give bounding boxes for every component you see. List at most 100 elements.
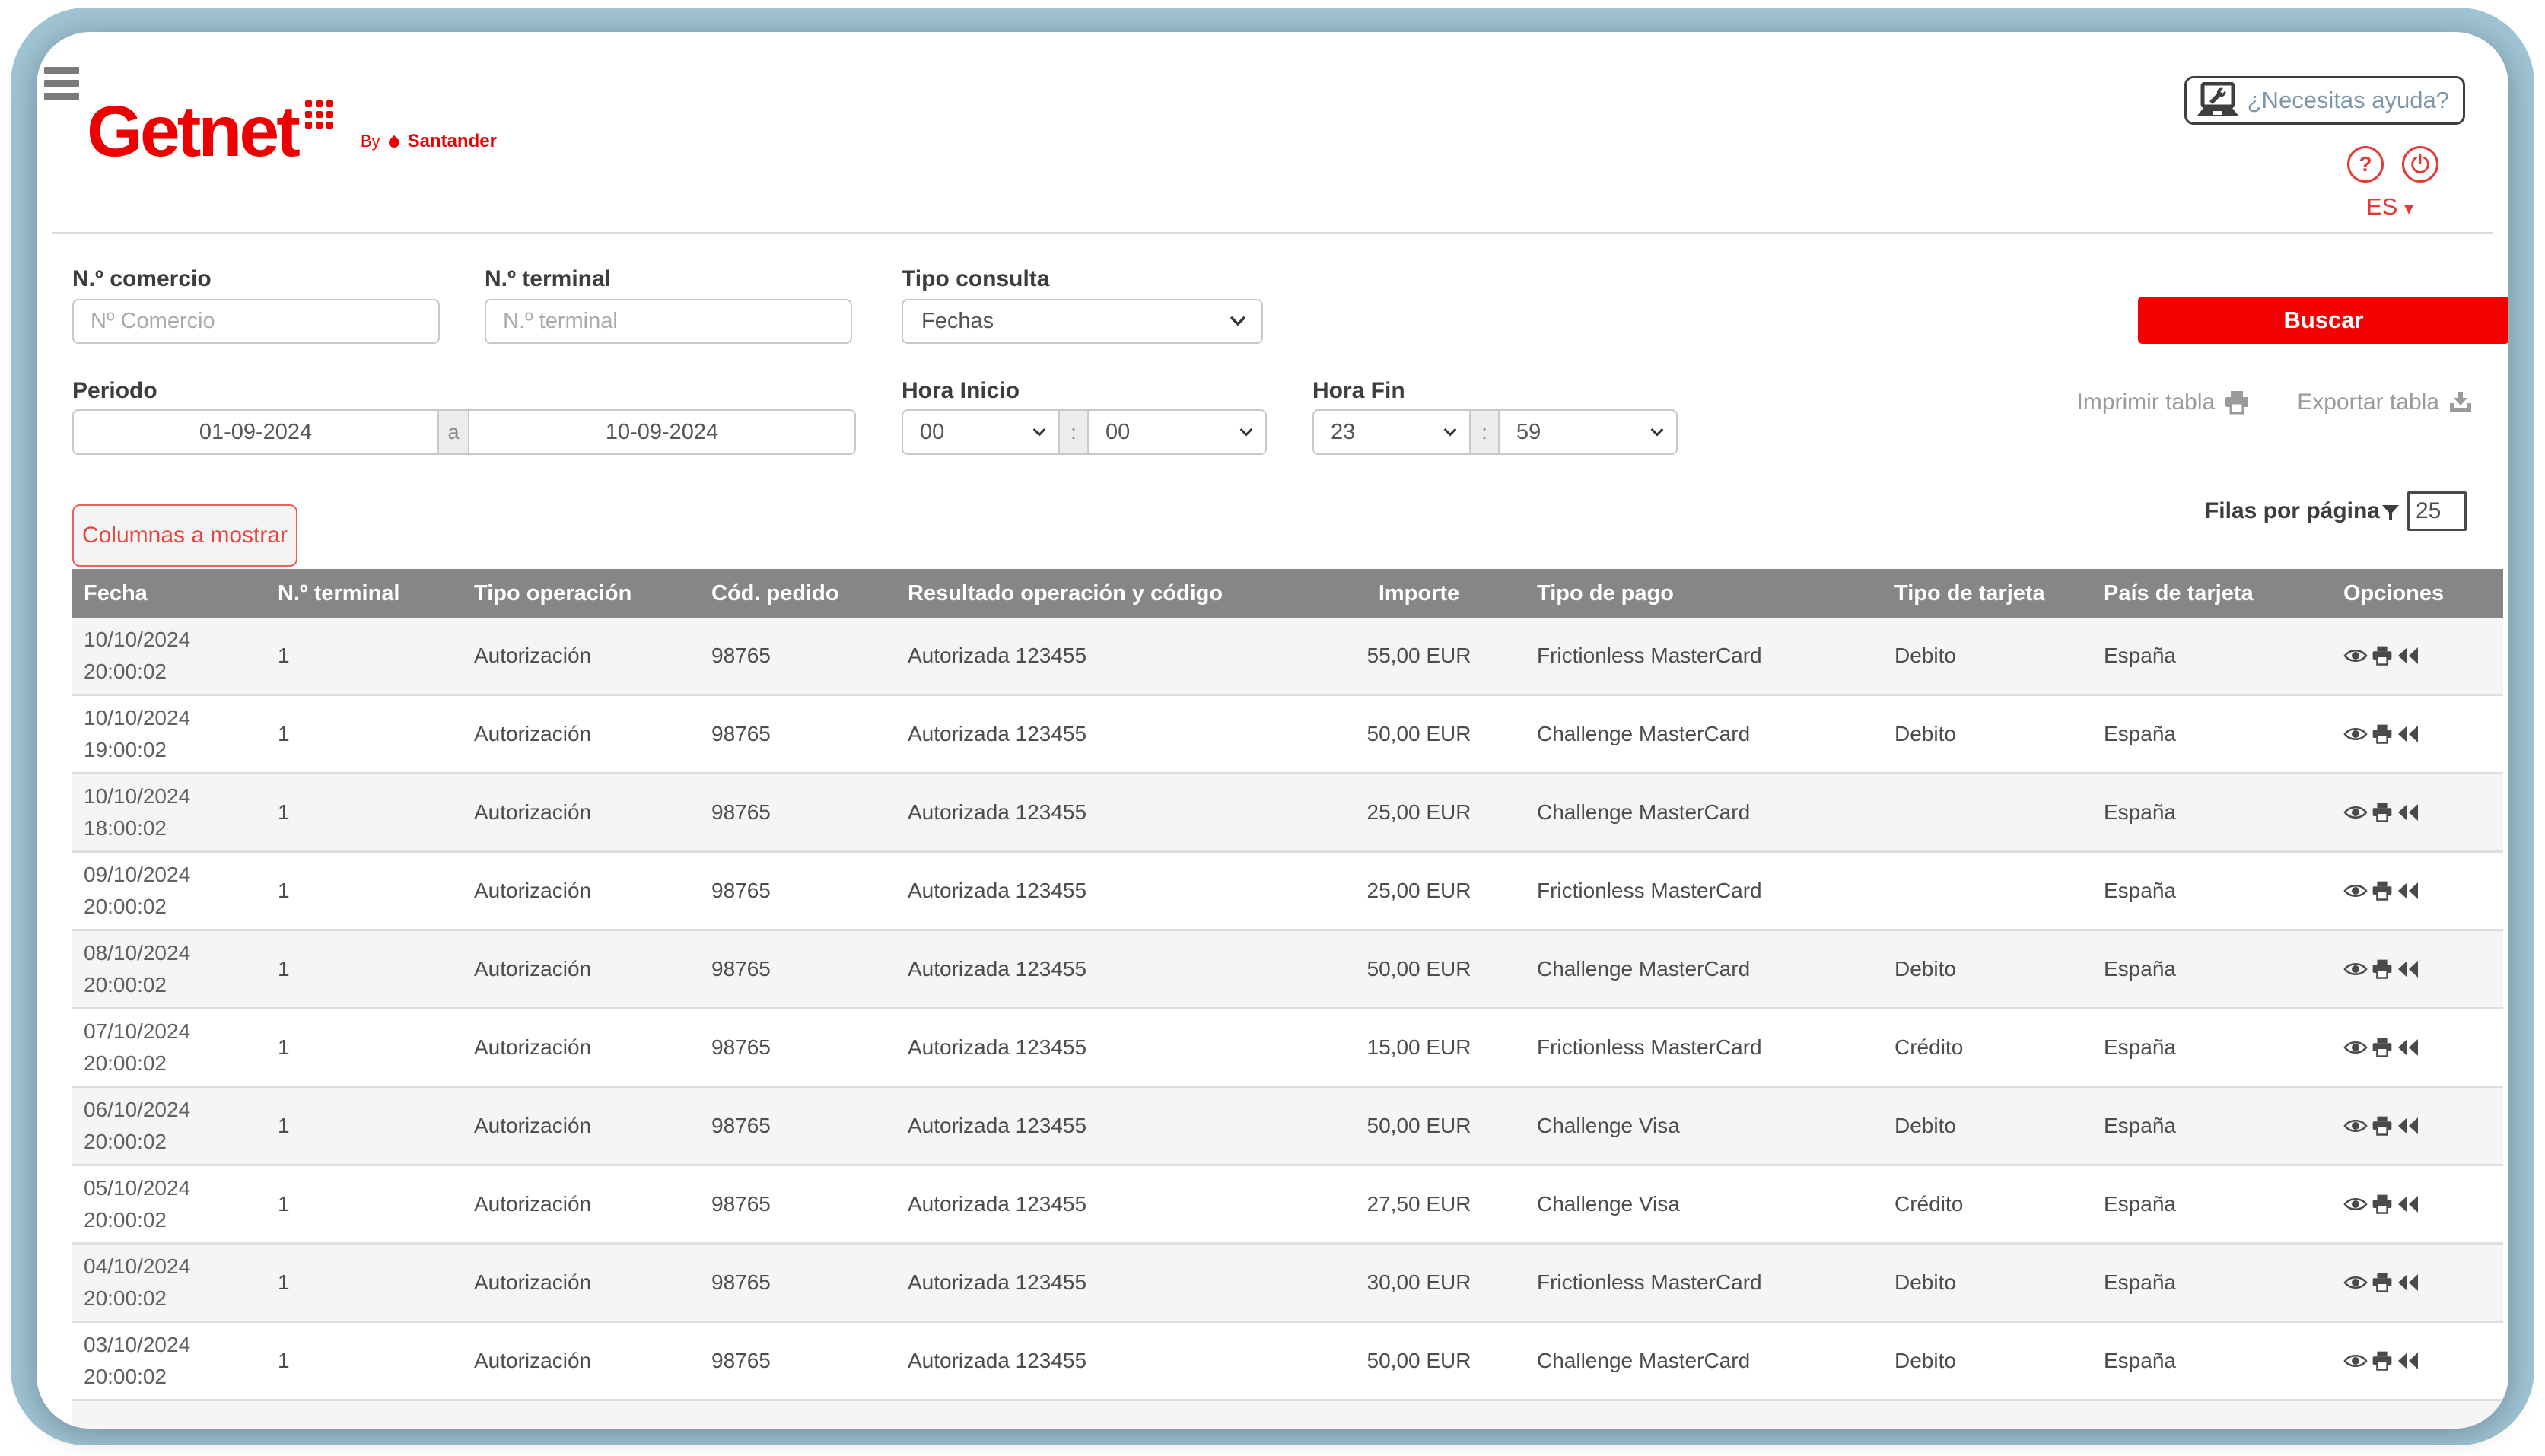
periodo-label: Periodo — [72, 378, 157, 404]
view-details-eye-icon[interactable] — [2343, 960, 2368, 978]
cell-tipo-pago — [1514, 1401, 1872, 1429]
help-button[interactable]: ¿Necesitas ayuda? — [2184, 76, 2465, 125]
laptop-wrench-icon — [2196, 82, 2240, 119]
tipo-consulta-select[interactable]: Fechas — [902, 299, 1263, 344]
cell-terminal: 1 — [265, 696, 461, 772]
view-details-eye-icon[interactable] — [2343, 1195, 2368, 1213]
logout-power-icon[interactable] — [2402, 146, 2438, 183]
cell-terminal: 1 — [265, 618, 461, 694]
cell-pais-tarjeta: España — [2085, 1009, 2321, 1086]
cell-resultado: Autorizada 123455 — [895, 1245, 1324, 1321]
view-details-eye-icon[interactable] — [2343, 725, 2368, 743]
chevron-down-icon — [1443, 428, 1457, 437]
chevron-down-icon — [1032, 428, 1046, 437]
exportar-tabla-link[interactable]: Exportar tabla — [2297, 389, 2473, 415]
column-header: Tipo operación — [461, 581, 698, 606]
cell-cod-pedido: 98765 — [698, 696, 895, 772]
view-details-eye-icon[interactable] — [2343, 882, 2368, 900]
cell-opciones — [2321, 1323, 2503, 1399]
refund-rewind-icon[interactable] — [2397, 646, 2419, 666]
cell-cod-pedido: 98765 — [698, 618, 895, 694]
cell-tipo-tarjeta: Debito — [1872, 696, 2085, 772]
hora-fin-hh-select[interactable]: 23 — [1314, 411, 1469, 453]
tipo-consulta-label: Tipo consulta — [902, 266, 1049, 292]
cell-importe: 50,00 EUR — [1324, 1323, 1514, 1399]
cell-importe — [1324, 1401, 1514, 1429]
cell-pais-tarjeta — [2085, 1401, 2321, 1429]
santander-flame-icon — [387, 135, 402, 148]
refund-rewind-icon[interactable] — [2397, 959, 2419, 979]
hora-inicio-hh-select[interactable]: 00 — [903, 411, 1058, 453]
hamburger-menu-icon[interactable] — [44, 67, 79, 100]
cell-cod-pedido: 98765 — [698, 1009, 895, 1086]
cell-resultado: Autorizada 123455 — [895, 1166, 1324, 1242]
periodo-from-input[interactable]: 01-09-2024 — [74, 411, 437, 453]
hora-inicio-mm-select[interactable]: 00 — [1089, 411, 1265, 453]
chevron-down-icon — [1230, 316, 1246, 327]
view-details-eye-icon[interactable] — [2343, 1117, 2368, 1135]
cell-tipo-operacion: Autorización — [461, 1245, 698, 1321]
cell-cod-pedido: 98765 — [698, 774, 895, 850]
print-row-icon[interactable] — [2372, 880, 2393, 901]
getnet-wordmark: Getnet — [87, 96, 297, 168]
cell-cod-pedido — [698, 1401, 895, 1429]
refund-rewind-icon[interactable] — [2397, 724, 2419, 744]
view-details-eye-icon[interactable] — [2343, 1273, 2368, 1292]
print-row-icon[interactable] — [2372, 1350, 2393, 1372]
comercio-input[interactable] — [72, 299, 440, 344]
view-details-eye-icon[interactable] — [2343, 647, 2368, 665]
view-details-eye-icon[interactable] — [2343, 1038, 2368, 1057]
cell-tipo-tarjeta: Debito — [1872, 618, 2085, 694]
table-row: 06/10/2024 20:00:02 1 Autorización 98765… — [72, 1088, 2503, 1166]
cell-terminal: 1 — [265, 1166, 461, 1242]
cell-resultado: Autorizada 123455 — [895, 1323, 1324, 1399]
cell-fecha: 05/10/2024 20:00:02 — [72, 1166, 265, 1242]
refund-rewind-icon[interactable] — [2397, 1116, 2419, 1136]
print-row-icon[interactable] — [2372, 1037, 2393, 1058]
imprimir-tabla-link[interactable]: Imprimir tabla — [2077, 389, 2251, 415]
terminal-input[interactable] — [485, 299, 852, 344]
hora-inicio-group: 00 : 00 — [902, 409, 1267, 455]
cell-fecha: 07/10/2024 20:00:02 — [72, 1009, 265, 1086]
language-selector[interactable]: ES ▾ — [2366, 193, 2413, 221]
periodo-to-input[interactable]: 10-09-2024 — [469, 411, 854, 453]
cell-tipo-operacion: Autorización — [461, 1009, 698, 1086]
refund-rewind-icon[interactable] — [2397, 1351, 2419, 1371]
refund-rewind-icon[interactable] — [2397, 1038, 2419, 1057]
hora-fin-mm-select[interactable]: 59 — [1500, 411, 1676, 453]
download-icon — [2448, 390, 2473, 415]
refund-rewind-icon[interactable] — [2397, 881, 2419, 901]
refund-rewind-icon[interactable] — [2397, 1273, 2419, 1292]
columnas-a-mostrar-button[interactable]: Columnas a mostrar — [72, 504, 297, 567]
hora-inicio-label: Hora Inicio — [902, 378, 1020, 404]
cell-tipo-pago: Challenge Visa — [1514, 1088, 1872, 1164]
refund-rewind-icon[interactable] — [2397, 803, 2419, 822]
view-details-eye-icon[interactable] — [2343, 1352, 2368, 1370]
cell-tipo-pago: Frictionless MasterCard — [1514, 1009, 1872, 1086]
cell-fecha: 04/10/2024 20:00:02 — [72, 1245, 265, 1321]
table-row: 04/10/2024 20:00:02 1 Autorización 98765… — [72, 1245, 2503, 1323]
cell-opciones — [2321, 1009, 2503, 1086]
print-row-icon[interactable] — [2372, 1115, 2393, 1137]
print-row-icon[interactable] — [2372, 1272, 2393, 1293]
refund-rewind-icon[interactable] — [2397, 1194, 2419, 1214]
print-row-icon[interactable] — [2372, 958, 2393, 980]
help-circle-icon[interactable]: ? — [2347, 146, 2384, 183]
filter-funnel-icon — [2381, 504, 2400, 521]
column-header: Cód. pedido — [698, 581, 895, 606]
cell-fecha: 10/10/2024 20:00:02 — [72, 618, 265, 694]
printer-icon — [2224, 390, 2250, 415]
buscar-button[interactable]: Buscar — [2138, 297, 2508, 344]
view-details-eye-icon[interactable] — [2343, 803, 2368, 822]
chevron-down-icon — [1650, 428, 1664, 437]
print-row-icon[interactable] — [2372, 1194, 2393, 1215]
cell-tipo-pago: Challenge MasterCard — [1514, 931, 1872, 1007]
print-row-icon[interactable] — [2372, 802, 2393, 823]
print-row-icon[interactable] — [2372, 723, 2393, 745]
cell-cod-pedido: 98765 — [698, 931, 895, 1007]
getnet-dots-icon — [305, 100, 333, 129]
filas-por-pagina-input[interactable] — [2407, 491, 2467, 531]
hora-fin-label: Hora Fin — [1312, 378, 1405, 404]
print-row-icon[interactable] — [2372, 645, 2393, 666]
cell-tipo-operacion: Autorización — [461, 618, 698, 694]
